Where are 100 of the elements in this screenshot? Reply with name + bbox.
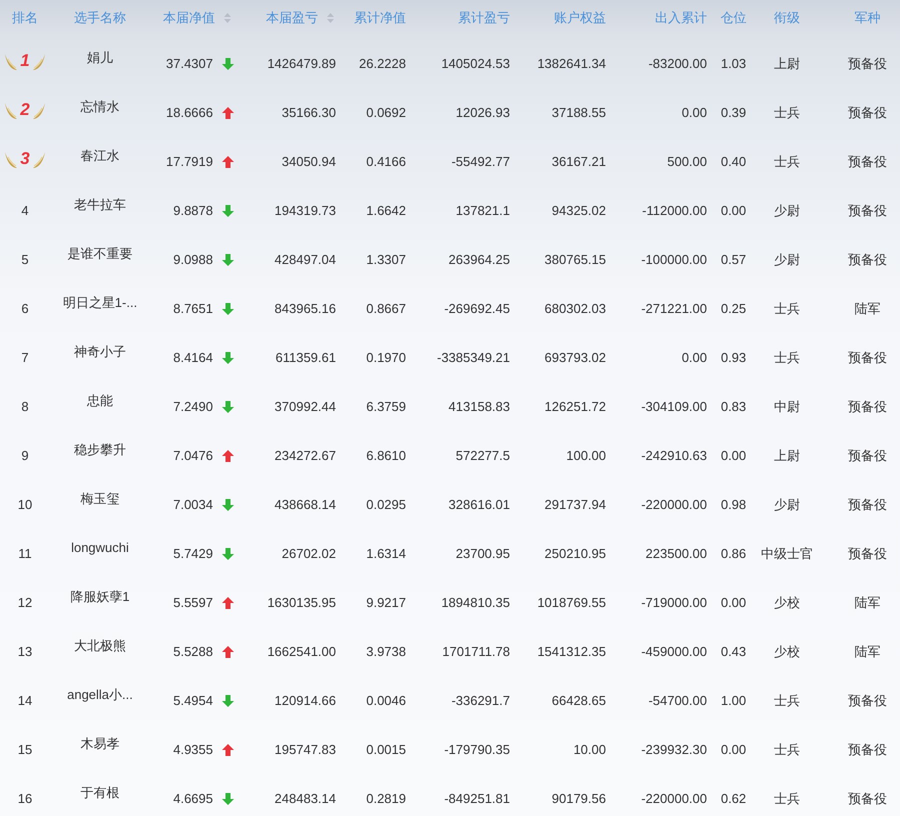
table-cell-text: 5.5288	[173, 642, 213, 661]
table-cell-text: 士兵	[774, 740, 800, 759]
table-cell-text: 0.8667	[366, 300, 406, 318]
player-name: longwuchi	[71, 538, 129, 557]
table-cell-text: 士兵	[774, 348, 800, 367]
table-cell-text: 1662541.00	[267, 642, 336, 661]
table-cell-text: 90179.56	[552, 790, 606, 808]
sort-icon[interactable]	[224, 13, 231, 23]
player-name: angella小...	[67, 686, 133, 704]
table-cell-text: 1.6314	[366, 544, 406, 563]
table-cell-text: 7.0476	[173, 446, 213, 465]
player-name: 梅玉玺	[80, 490, 120, 508]
rank-number: 11	[18, 544, 32, 563]
table-cell-text: -242910.63	[641, 446, 707, 465]
table-cell-text: 0.00	[682, 104, 707, 122]
table-cell-text: 263964.25	[448, 250, 510, 269]
column-header: 账户权益	[554, 9, 606, 28]
table-cell-text: 328616.01	[448, 496, 510, 514]
table-cell-text: 26.2228	[359, 54, 406, 73]
column-header: 军种	[854, 9, 880, 28]
table-cell-text: 士兵	[774, 104, 800, 122]
table-cell-text: 7.0034	[173, 496, 213, 514]
table-cell-text: 4.9355	[173, 740, 213, 759]
player-name: 明日之星1-...	[62, 294, 138, 312]
table-cell-text: 少校	[774, 642, 800, 661]
player-name: 大北极熊	[74, 636, 126, 655]
table-cell-text: 预备役	[848, 202, 887, 220]
table-cell-text: 100.00	[566, 446, 606, 465]
table-cell-text: 1.6642	[366, 202, 406, 220]
table-cell-text: 1.00	[720, 692, 746, 710]
table-cell-text: 413158.83	[448, 398, 510, 416]
table-cell-text: 843965.16	[274, 300, 336, 318]
rank-number: 3	[19, 150, 31, 167]
rank-number: 12	[18, 594, 32, 612]
table-cell-text: 0.4166	[366, 152, 406, 171]
table-cell-text: -3385349.21	[436, 348, 510, 367]
player-name: 忠能	[87, 392, 113, 410]
table-cell-text: 248483.14	[274, 790, 336, 808]
rank-number: 4	[21, 202, 29, 220]
table-cell-text: 94325.02	[552, 202, 606, 220]
table-cell-text: 预备役	[848, 250, 887, 269]
table-cell-text: 5.7429	[173, 544, 213, 563]
player-name: 忘情水	[80, 98, 120, 116]
table-cell-text: 中级士官	[761, 544, 813, 563]
column-header: 累计净值	[354, 9, 406, 28]
table-cell-text: -849251.81	[444, 790, 510, 808]
rank-number: 6	[21, 300, 29, 318]
table-cell-text: 士兵	[774, 692, 800, 710]
table-cell-text: 0.40	[720, 152, 746, 171]
table-cell-text: 18.6666	[166, 104, 213, 122]
table-cell-text: 0.00	[682, 348, 707, 367]
table-cell-text: 0.62	[720, 790, 746, 808]
table-cell-text: 126251.72	[544, 398, 606, 416]
table-cell-text: -269692.45	[444, 300, 510, 318]
table-cell-text: 4.6695	[173, 790, 213, 808]
table-cell-text: -55492.77	[451, 152, 510, 171]
table-cell-text: 380765.15	[544, 250, 606, 269]
table-cell-text: 9.9217	[366, 594, 406, 612]
table-cell-text: 士兵	[774, 790, 800, 808]
table-cell-text: 428497.04	[274, 250, 336, 269]
player-name: 木易孝	[80, 734, 120, 753]
rank-number: 7	[21, 348, 29, 367]
table-cell-text: 少尉	[774, 202, 800, 220]
table-cell-text: 693793.02	[544, 348, 606, 367]
table-cell-text: 0.0015	[366, 740, 406, 759]
player-name: 娟儿	[87, 48, 113, 67]
table-cell-text: 8.4164	[173, 348, 213, 367]
table-cell-text: 少校	[774, 594, 800, 612]
table-cell-text: 611359.61	[276, 348, 336, 367]
table-cell-text: 0.1970	[366, 348, 406, 367]
table-cell-text: -719000.00	[641, 594, 707, 612]
column-header[interactable]: 本届盈亏	[266, 8, 318, 28]
table-cell-text: -304109.00	[641, 398, 707, 416]
player-name: 于有根	[80, 784, 120, 802]
table-cell-text: 1701711.78	[442, 642, 510, 661]
table-cell-text: 500.00	[667, 152, 707, 171]
table-cell-text: 7.2490	[173, 398, 213, 416]
table-cell-text: -100000.00	[641, 250, 707, 269]
table-cell-text: 438668.14	[274, 496, 336, 514]
player-name: 稳步攀升	[74, 440, 126, 459]
table-cell-text: 6.8610	[366, 446, 406, 465]
table-cell-text: -54700.00	[648, 692, 707, 710]
table-cell-text: 0.93	[720, 348, 746, 367]
column-header: 选手名称	[74, 9, 126, 28]
sort-icon[interactable]	[327, 13, 334, 23]
player-name: 降服妖孽1	[70, 588, 130, 606]
table-cell-text: -112000.00	[642, 202, 707, 220]
table-cell-text: 23700.95	[456, 544, 510, 563]
table-cell-text: 0.57	[720, 250, 746, 269]
table-cell-text: 预备役	[848, 446, 887, 465]
table-cell-text: 137821.1	[456, 202, 510, 220]
table-cell-text: -239932.30	[641, 740, 707, 759]
table-cell-text: -336291.7	[451, 692, 510, 710]
table-cell-text: 预备役	[848, 496, 887, 514]
table-cell-text: 66428.65	[552, 692, 606, 710]
table-cell-text: 26702.02	[282, 544, 336, 563]
rank-number: 10	[18, 496, 32, 514]
table-cell-text: 1894810.35	[441, 594, 510, 612]
table-cell-text: 291737.94	[544, 496, 606, 514]
column-header[interactable]: 本届净值	[163, 8, 215, 28]
